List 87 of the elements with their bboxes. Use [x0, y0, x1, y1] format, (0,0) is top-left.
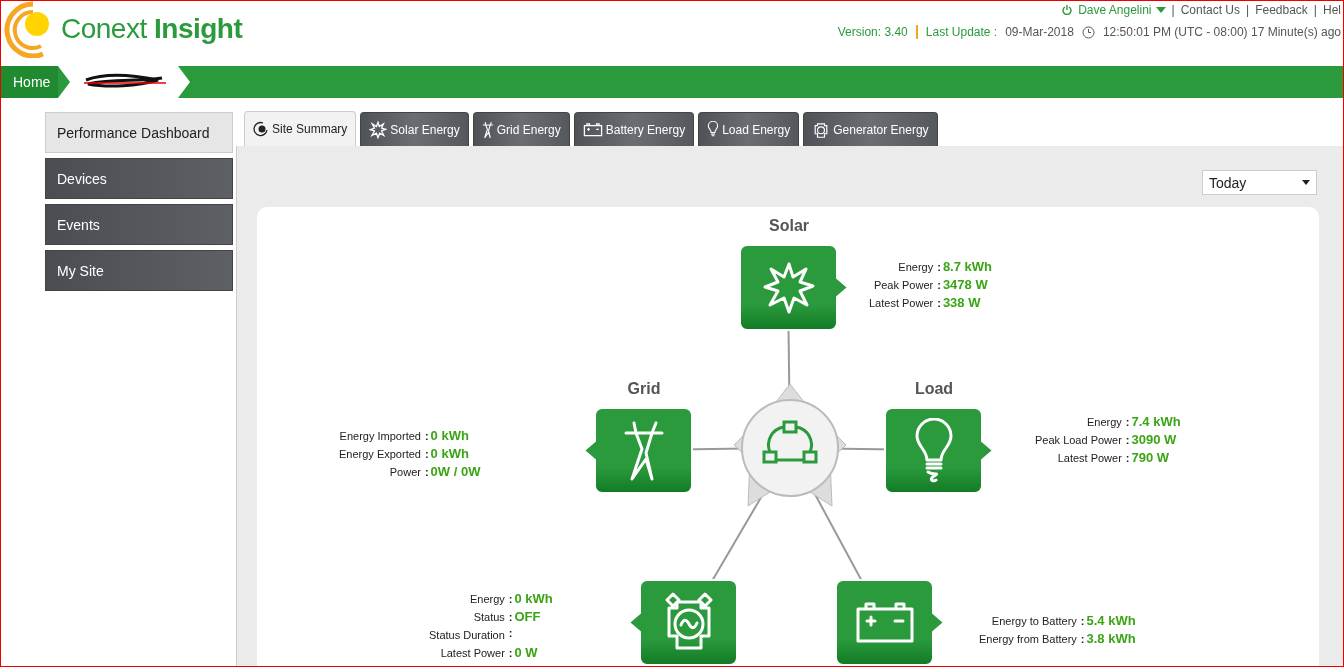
colon: :: [1125, 416, 1130, 428]
metric-label: Energy from Battery: [979, 632, 1077, 647]
metric-label: Latest Power: [439, 646, 505, 661]
separator: |: [1246, 3, 1250, 17]
tab[interactable]: Solar Energy: [360, 112, 469, 146]
power-pylon-icon: [481, 120, 494, 139]
header-link[interactable]: Feedback: [1255, 3, 1308, 17]
metric-label: Energy: [468, 592, 505, 607]
colon: :: [937, 279, 941, 291]
light-bulb-icon: [707, 120, 720, 139]
metric-value: 0 kWh: [514, 591, 553, 606]
tab[interactable]: Site Summary: [244, 111, 357, 146]
metric-value: 3090 W: [1131, 432, 1177, 447]
version-text: Version: 3.40: [837, 25, 908, 39]
power-icon: [1062, 5, 1073, 15]
metric-value: 790 W: [1131, 450, 1170, 465]
sidebar-item[interactable]: Events: [45, 204, 233, 245]
metric-value: 7.4 kWh: [1131, 414, 1181, 429]
metric-label: Energy: [897, 260, 934, 275]
metric-value: 0W / 0W: [430, 464, 481, 479]
header-link[interactable]: Hel: [1323, 3, 1341, 17]
colon: :: [508, 593, 513, 605]
metric-label: Energy Exported: [339, 447, 421, 462]
metric-label: Status Duration: [429, 628, 505, 643]
metric-label: Energy: [1086, 415, 1122, 430]
metric-value: 338 W: [942, 295, 981, 310]
logo-text: Conext Insight: [61, 13, 243, 45]
metric-value: 0 W: [514, 645, 538, 660]
node-tile[interactable]: [628, 579, 738, 666]
sidebar-item[interactable]: Devices: [45, 158, 233, 199]
node-tile[interactable]: [884, 407, 994, 494]
metric-value: 0 kWh: [430, 446, 469, 461]
period-select[interactable]: Today: [1202, 170, 1317, 195]
node-tile[interactable]: [835, 579, 945, 666]
metric-label: Power: [388, 465, 421, 480]
metric-label: Latest Power: [1056, 451, 1122, 466]
sun-icon: [369, 120, 388, 139]
metric-value: 0 kWh: [430, 428, 469, 443]
caret-icon: [1155, 7, 1166, 13]
caret-icon: [1302, 180, 1310, 185]
metric-value: 3478 W: [942, 277, 988, 292]
clock-icon: [1081, 25, 1095, 39]
last-update-label: Last Update :: [925, 25, 998, 39]
header-link[interactable]: Contact Us: [1180, 3, 1241, 17]
metric-label: Peak Power: [872, 278, 934, 293]
metric-label: Energy Imported: [339, 429, 421, 444]
node-tile[interactable]: [583, 407, 693, 494]
colon: :: [508, 647, 513, 659]
metric-label: Peak Load Power: [1035, 433, 1122, 448]
user-menu[interactable]: Dave Angelini: [1078, 3, 1166, 17]
metric-value: OFF: [514, 609, 541, 624]
colon: :: [424, 448, 429, 460]
battery-icon: [582, 122, 603, 137]
metric-label: Status: [472, 610, 505, 625]
separator: |: [1171, 3, 1175, 17]
last-update-date: 09-Mar-2018: [1005, 25, 1074, 39]
metric-label: Latest Power: [869, 296, 934, 311]
colon: :: [424, 466, 429, 478]
tab[interactable]: Generator Energy: [803, 112, 938, 146]
colon: :: [1080, 615, 1085, 627]
colon: :: [937, 261, 941, 273]
metric-value: 5.4 kWh: [1086, 613, 1136, 628]
metric-label: Energy to Battery: [990, 614, 1077, 629]
colon: :: [1080, 633, 1085, 645]
colon: :: [424, 430, 429, 442]
node-title: Grid: [626, 380, 662, 398]
colon: :: [508, 611, 513, 623]
colon: :: [508, 627, 513, 639]
node-title: Load: [913, 380, 955, 398]
light-bulb-icon: [913, 417, 954, 484]
node-title: Solar: [768, 217, 810, 235]
tab[interactable]: Grid Energy: [472, 112, 570, 146]
divider-mark: [915, 25, 918, 39]
breadcrumb-home[interactable]: Home: [1, 66, 59, 98]
colon: :: [1125, 434, 1130, 446]
sidebar-item[interactable]: My Site: [45, 250, 233, 291]
spiral-icon: [253, 121, 269, 137]
update-time: 12:50:01 PM (UTC - 08:00) 17 Minute(s) ago: [1102, 25, 1341, 39]
sidebar-item[interactable]: Performance Dashboard: [45, 112, 233, 153]
tab[interactable]: Load Energy: [698, 112, 800, 146]
node-tile[interactable]: [739, 244, 849, 331]
metric-value: 3.8 kWh: [1086, 631, 1136, 646]
metric-value: 8.7 kWh: [942, 259, 992, 274]
tab[interactable]: Battery Energy: [573, 112, 695, 146]
colon: :: [937, 297, 941, 309]
separator: |: [1313, 3, 1317, 17]
colon: :: [1125, 452, 1130, 464]
